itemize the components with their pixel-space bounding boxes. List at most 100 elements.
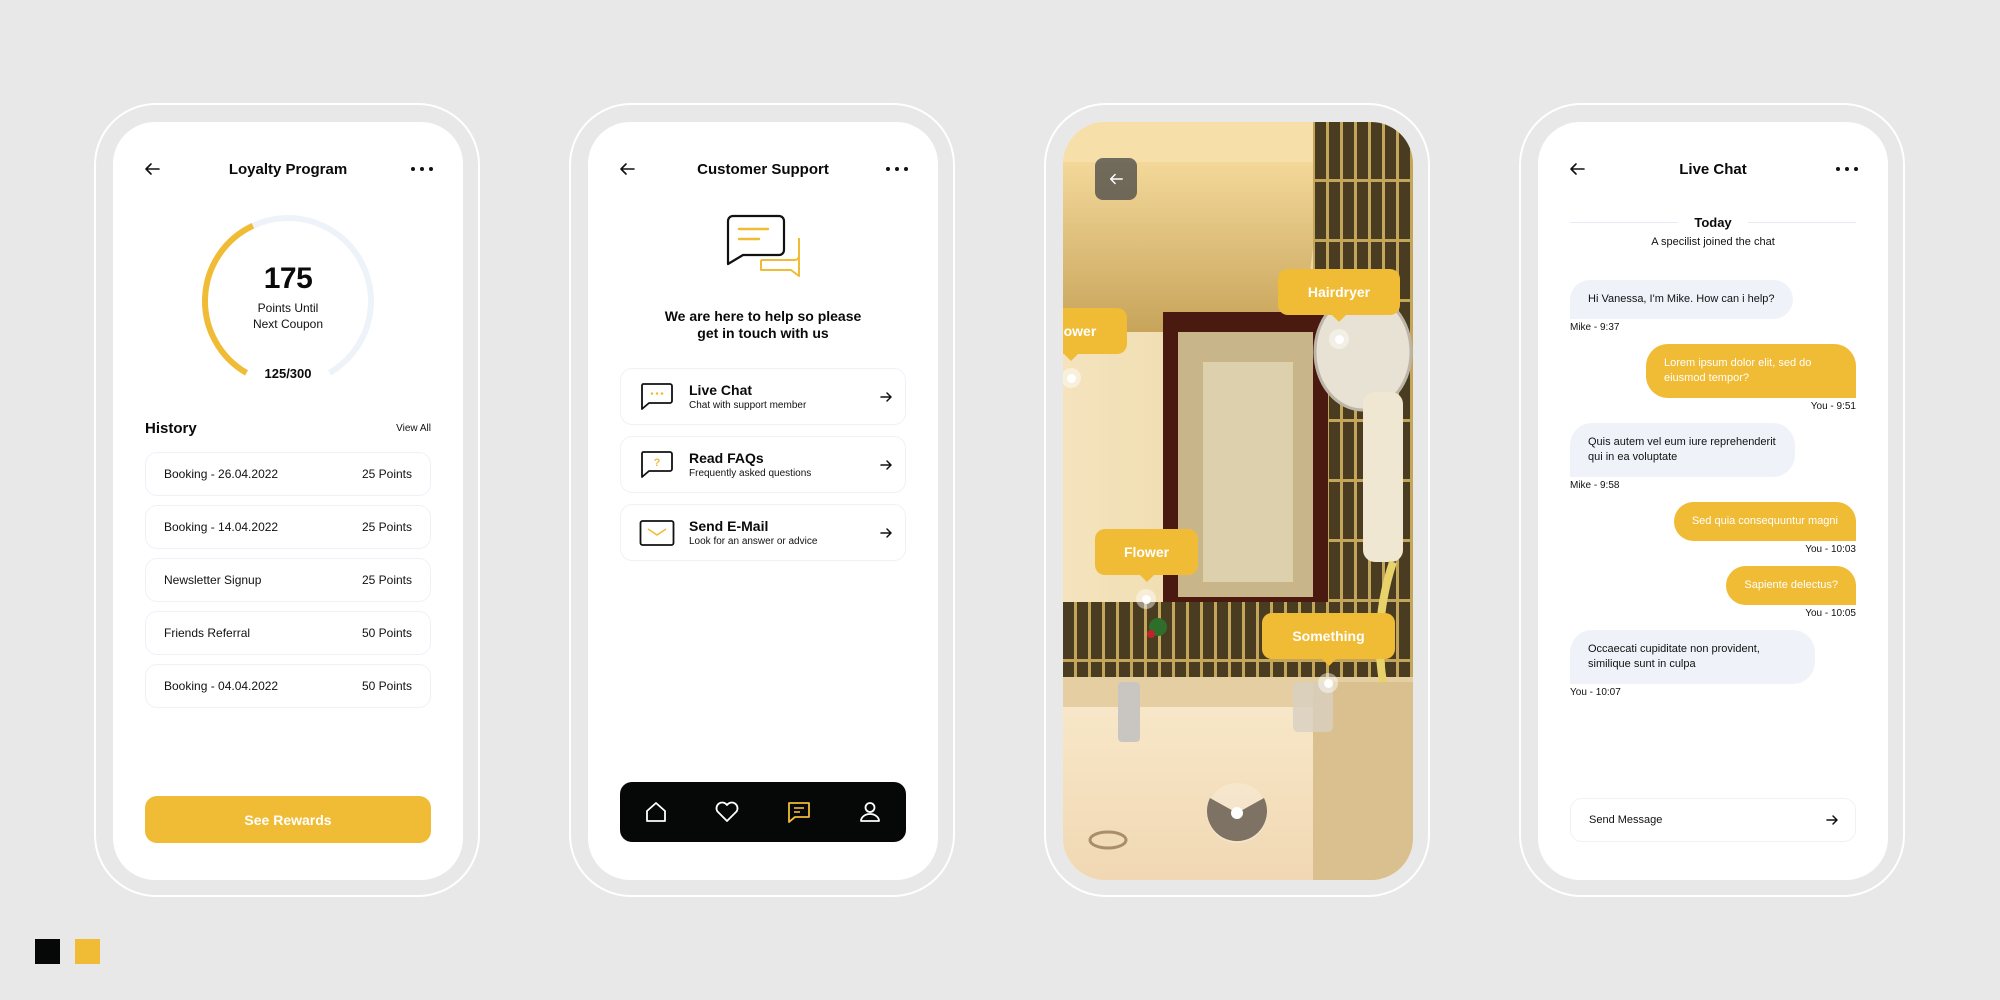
page-title: Customer Support bbox=[697, 160, 829, 178]
chat-message-outgoing: Sed quia consequuntur magni You - 10:03 bbox=[1570, 502, 1856, 555]
see-rewards-button[interactable]: See Rewards bbox=[145, 796, 431, 843]
gauge-caption-line1: Points Until bbox=[257, 301, 319, 315]
message-meta: Mike - 9:37 bbox=[1570, 322, 1620, 333]
message-meta: You - 9:51 bbox=[1810, 401, 1856, 412]
option-text: Send E-Mail Look for an answer or advice bbox=[689, 518, 879, 547]
hotspot-label: Flower bbox=[1095, 529, 1198, 582]
option-send-email[interactable]: Send E-Mail Look for an answer or advice bbox=[620, 504, 906, 561]
option-text: Live Chat Chat with support member bbox=[689, 382, 879, 411]
message-bubble: Quis autem vel eum iure reprehenderit qu… bbox=[1570, 423, 1795, 477]
option-read-faqs[interactable]: ? Read FAQs Frequently asked questions bbox=[620, 436, 906, 493]
support-options: Live Chat Chat with support member ? Rea… bbox=[620, 368, 906, 572]
history-item[interactable]: Booking - 14.04.2022 25 Points bbox=[145, 505, 431, 549]
option-title: Send E-Mail bbox=[689, 518, 769, 534]
hotspot-shower[interactable]: Shower bbox=[1063, 308, 1127, 388]
message-meta: You - 10:03 bbox=[1805, 544, 1856, 555]
option-text: Read FAQs Frequently asked questions bbox=[689, 450, 879, 479]
color-swatch-yellow bbox=[75, 939, 100, 964]
history-item-label: Booking - 04.04.2022 bbox=[164, 679, 279, 693]
chat-message-incoming: Hi Vanessa, I'm Mike. How can i help? Mi… bbox=[1570, 280, 1856, 333]
chat-top-bar: Live Chat bbox=[1538, 154, 1888, 184]
page-title: Loyalty Program bbox=[228, 160, 348, 178]
message-bubble: Sed quia consequuntur magni bbox=[1673, 502, 1856, 541]
message-bubble: Hi Vanessa, I'm Mike. How can i help? bbox=[1570, 280, 1793, 319]
hotspot-label: Hairdryer bbox=[1278, 269, 1400, 322]
heart-icon bbox=[715, 801, 739, 822]
bathroom-camera-image bbox=[1063, 122, 1413, 880]
chat-messages: Hi Vanessa, I'm Mike. How can i help? Mi… bbox=[1570, 280, 1856, 709]
hotspot-marker bbox=[1329, 329, 1349, 349]
message-bubble: Sapiente delectus? bbox=[1726, 566, 1856, 605]
home-icon bbox=[645, 802, 666, 822]
message-meta: Mike - 9:58 bbox=[1570, 480, 1620, 491]
support-screen: Customer Support We are here to help so … bbox=[588, 122, 938, 880]
day-label: Today bbox=[1694, 214, 1732, 230]
user-icon bbox=[860, 802, 881, 822]
gauge-caption-line2: Next Coupon bbox=[252, 317, 324, 331]
question-bubble-icon: ? bbox=[641, 450, 673, 478]
camera-back-button[interactable] bbox=[1095, 158, 1137, 200]
loyalty-top-bar: Loyalty Program bbox=[113, 154, 463, 184]
chat-message-outgoing: Sapiente delectus? You - 10:05 bbox=[1570, 566, 1856, 619]
option-live-chat[interactable]: Live Chat Chat with support member bbox=[620, 368, 906, 425]
history-item[interactable]: Booking - 26.04.2022 25 Points bbox=[145, 452, 431, 496]
hotspot-marker bbox=[1318, 673, 1338, 693]
back-arrow-icon bbox=[1109, 173, 1123, 185]
day-divider: Today bbox=[1570, 212, 1857, 232]
chat-dots-icon bbox=[641, 382, 673, 410]
nav-profile[interactable] bbox=[856, 798, 884, 826]
support-headline-line1: We are here to help so please bbox=[664, 308, 862, 324]
back-arrow-icon[interactable] bbox=[143, 160, 161, 178]
back-arrow-icon[interactable] bbox=[618, 160, 636, 178]
back-arrow-icon[interactable] bbox=[1568, 160, 1586, 178]
page-title: Live Chat bbox=[1679, 160, 1747, 178]
support-top-bar: Customer Support bbox=[588, 154, 938, 184]
history-item[interactable]: Newsletter Signup 25 Points bbox=[145, 558, 431, 602]
nav-favorites[interactable] bbox=[713, 798, 741, 826]
arrow-right-icon bbox=[880, 391, 892, 402]
system-note: A specilist joined the chat bbox=[1651, 236, 1775, 248]
more-options-icon[interactable] bbox=[1836, 163, 1858, 175]
history-item[interactable]: Booking - 04.04.2022 50 Points bbox=[145, 664, 431, 708]
chat-bubbles-illustration-icon bbox=[726, 214, 800, 277]
history-item-points: 25 Points bbox=[361, 467, 412, 481]
hotspot-label: Shower bbox=[1063, 308, 1127, 361]
arrow-right-icon bbox=[880, 527, 892, 538]
phone-loyalty-program: Loyalty Program 175 Points Until Next Co… bbox=[94, 103, 480, 897]
message-bubble: Occaecati cupiditate non provident, simi… bbox=[1570, 630, 1815, 684]
history-item-label: Booking - 14.04.2022 bbox=[164, 520, 279, 534]
color-swatch-black bbox=[35, 939, 60, 964]
phone-customer-support: Customer Support We are here to help so … bbox=[569, 103, 955, 897]
view-direction-compass-icon[interactable] bbox=[1206, 782, 1268, 844]
history-item-label: Newsletter Signup bbox=[164, 573, 262, 587]
message-input[interactable] bbox=[1589, 814, 1825, 826]
send-arrow-icon[interactable] bbox=[1825, 813, 1839, 827]
message-bubble: Lorem ipsum dolor elit, sed do eiusmod t… bbox=[1646, 344, 1856, 398]
message-icon bbox=[787, 802, 810, 823]
divider-line bbox=[1570, 221, 1679, 223]
hotspot-something[interactable]: Something bbox=[1262, 613, 1395, 693]
history-header: History View All bbox=[145, 420, 431, 437]
chat-message-outgoing: Lorem ipsum dolor elit, sed do eiusmod t… bbox=[1570, 344, 1856, 412]
hotspot-label: Something bbox=[1262, 613, 1395, 666]
hotspot-marker bbox=[1136, 589, 1156, 609]
option-subtitle: Chat with support member bbox=[689, 400, 807, 411]
hotspot-hairdryer[interactable]: Hairdryer bbox=[1278, 269, 1400, 349]
history-item-label: Friends Referral bbox=[164, 626, 251, 640]
hotspot-flower[interactable]: Flower bbox=[1095, 529, 1198, 609]
camera-screen: Shower Hairdryer Flower Something bbox=[1063, 122, 1413, 880]
more-options-icon[interactable] bbox=[886, 163, 908, 175]
loyalty-screen: Loyalty Program 175 Points Until Next Co… bbox=[113, 122, 463, 880]
history-item-points: 50 Points bbox=[361, 626, 412, 640]
history-item-points: 25 Points bbox=[361, 520, 412, 534]
option-subtitle: Frequently asked questions bbox=[689, 468, 812, 479]
more-options-icon[interactable] bbox=[411, 163, 433, 175]
divider-line bbox=[1747, 221, 1857, 223]
view-all-link[interactable]: View All bbox=[396, 423, 431, 434]
history-item[interactable]: Friends Referral 50 Points bbox=[145, 611, 431, 655]
nav-messages[interactable] bbox=[785, 798, 813, 826]
chat-message-incoming: Quis autem vel eum iure reprehenderit qu… bbox=[1570, 423, 1856, 491]
nav-home[interactable] bbox=[642, 798, 670, 826]
message-meta: You - 10:05 bbox=[1805, 608, 1856, 619]
arrow-right-icon bbox=[880, 459, 892, 470]
